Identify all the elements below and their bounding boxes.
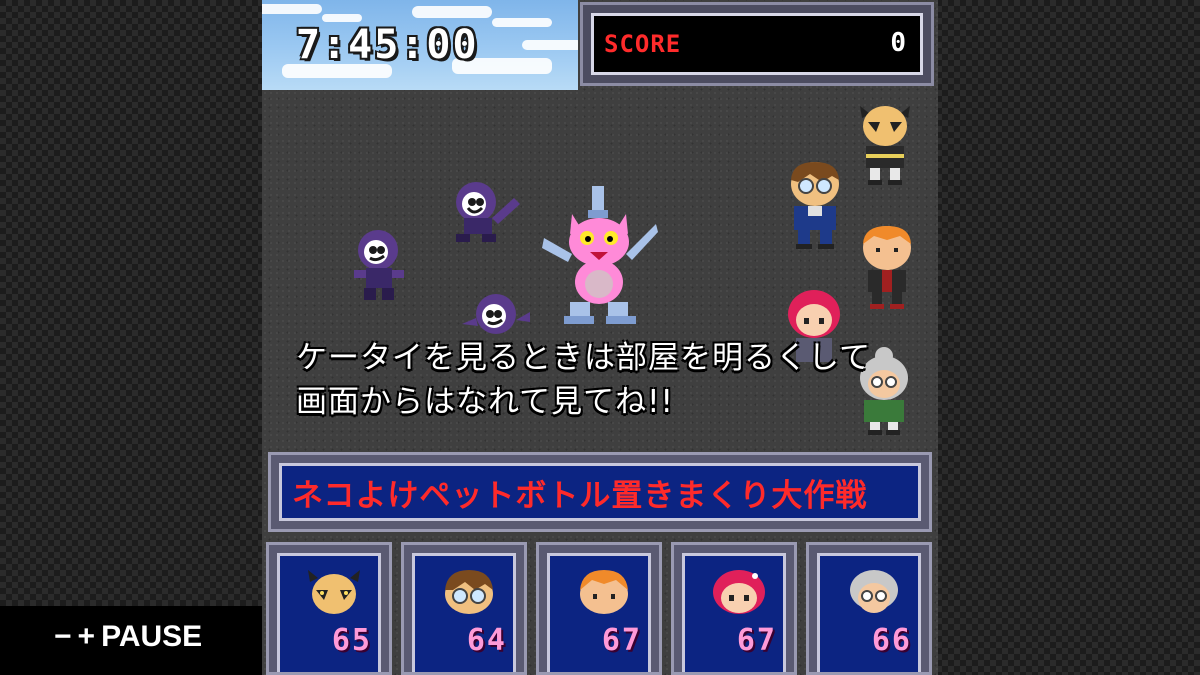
party-member-card-inner: 67 — [682, 553, 786, 672]
party-member-hp: 67 — [736, 623, 777, 658]
sky-panel: 7:45:00 — [262, 0, 578, 90]
glasses-boy-sprite — [791, 162, 839, 249]
pause-control[interactable]: − + PAUSE — [54, 620, 202, 654]
mission-panel-inner: ネコよけペットボトル置きまくり大作戦 — [279, 463, 921, 521]
score-panel-inner: SCORE 0 — [591, 13, 923, 75]
party-member-hp: 65 — [331, 623, 372, 658]
party-member-hp: 66 — [871, 623, 912, 658]
cloud — [322, 14, 362, 22]
bald-boy-face-icon — [308, 570, 360, 614]
party-member-card[interactable]: 67 — [536, 542, 662, 675]
party-member-hp: 67 — [601, 623, 642, 658]
party-status: 65 64 67 67 66 — [266, 542, 934, 675]
purple-imp-sprite — [456, 182, 520, 242]
cloud — [412, 6, 492, 18]
pink-robot-cat-sprite — [542, 186, 658, 324]
plus-button-icon[interactable]: + — [78, 620, 96, 654]
party-member-card[interactable]: 65 — [266, 542, 392, 675]
dialogue-line-2: 画面からはなれて見てね!! — [296, 384, 674, 420]
bald-boy-sprite — [860, 106, 910, 185]
countdown-timer: 7:45:00 — [296, 22, 479, 68]
party-member-card-inner: 66 — [817, 553, 921, 672]
purple-imp-sprite — [462, 294, 530, 334]
party-member-card[interactable]: 64 — [401, 542, 527, 675]
score-label: SCORE — [604, 30, 682, 58]
cloud — [522, 40, 578, 50]
glasses-boy-face-icon — [445, 570, 493, 614]
orange-hair-boy-sprite — [863, 226, 911, 309]
mission-title: ネコよけペットボトル置きまくり大作戦 — [292, 477, 868, 514]
purple-imp-sprite — [354, 230, 404, 300]
dialogue-line-1: ケータイを見るときは部屋を明るくして — [296, 340, 872, 376]
dialogue-text: ケータイを見るときは部屋を明るくして 画面からはなれて見てね!! — [296, 336, 916, 424]
party-member-card-inner: 67 — [547, 553, 651, 672]
party-member-card-inner: 65 — [277, 553, 381, 672]
red-hair-girl-face-icon — [713, 570, 765, 614]
party-member-hp: 64 — [466, 623, 507, 658]
party-member-card[interactable]: 66 — [806, 542, 932, 675]
minus-button-icon[interactable]: − — [54, 620, 72, 654]
score-panel: SCORE 0 — [580, 2, 934, 86]
game-screen[interactable]: 7:45:00 SCORE 0 ケータイを見るときは部屋を明るくして 画面からは… — [262, 0, 938, 675]
score-value: 0 — [890, 28, 906, 58]
mission-panel: ネコよけペットボトル置きまくり大作戦 — [268, 452, 932, 532]
orange-hair-boy-face-icon — [580, 570, 628, 614]
party-member-card[interactable]: 67 — [671, 542, 797, 675]
cloud — [262, 4, 322, 14]
party-member-card-inner: 64 — [412, 553, 516, 672]
cloud — [492, 18, 552, 27]
pause-label: PAUSE — [101, 620, 203, 653]
grandma-face-icon — [850, 570, 898, 613]
